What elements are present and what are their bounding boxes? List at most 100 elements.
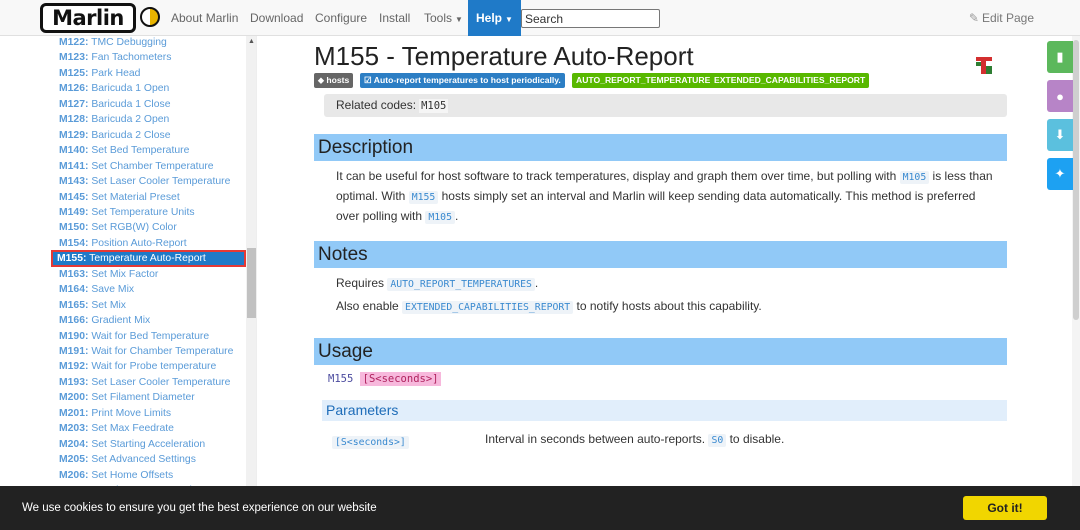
page-scroll-thumb[interactable] (1073, 40, 1079, 320)
requires-flag-badge: AUTO_REPORT_TEMPERATURES (572, 73, 721, 88)
sidebar-item-label: Set Laser Cooler Temperature (91, 176, 231, 188)
sidebar-item[interactable]: M140: Set Bed Temperature (54, 143, 244, 158)
caret-down-icon: ▼ (505, 15, 513, 24)
book-icon[interactable]: ▮ (1047, 41, 1073, 73)
nav-about-marlin[interactable]: About Marlin (171, 0, 238, 36)
sidebar-item[interactable]: M155: Temperature Auto-Report (51, 250, 246, 268)
notes-line-also-enable: Also enable EXTENDED_CAPABILITIES_REPORT… (336, 297, 996, 317)
text: . (534, 276, 539, 290)
text: to disable. (726, 432, 785, 446)
sidebar-item[interactable]: M141: Set Chamber Temperature (54, 159, 244, 174)
sidebar-item-code: M145: (59, 191, 89, 203)
twitter-icon[interactable]: ✦ (1047, 158, 1073, 190)
marlin-logo[interactable]: Marlin (40, 3, 136, 33)
sidebar-item[interactable]: M127: Baricuda 1 Close (54, 97, 244, 112)
nav-configure[interactable]: Configure (315, 0, 367, 36)
nav-help-dropdown[interactable]: Help ▼ (468, 0, 521, 36)
related-codes: Related codes: M105 (324, 94, 1007, 117)
sidebar-item-label: Wait for Bed Temperature (91, 330, 210, 342)
sidebar-item-label: Print Move Limits (91, 407, 172, 419)
sidebar-item[interactable]: M163: Set Mix Factor (54, 267, 244, 282)
nav-install[interactable]: Install (379, 0, 410, 36)
nav-download[interactable]: Download (250, 0, 303, 36)
usage-param: [S<seconds>] (359, 372, 442, 386)
related-code-link[interactable]: M105 (419, 99, 449, 113)
sidebar-item-code: M205: (59, 454, 89, 466)
sidebar-item[interactable]: M192: Wait for Probe temperature (54, 359, 244, 374)
description-paragraph: It can be useful for host software to tr… (336, 167, 996, 227)
requires-flag-badge: EXTENDED_CAPABILITIES_REPORT (710, 73, 870, 88)
sidebar-item-label: Set Home Offsets (91, 469, 174, 481)
inline-code: M105 (899, 171, 930, 184)
sidebar-item[interactable]: M164: Save Mix (54, 282, 244, 297)
sidebar-item[interactable]: M122: TMC Debugging (54, 36, 244, 50)
inline-code: S0 (708, 434, 727, 447)
sidebar-item[interactable]: M143: Set Laser Cooler Temperature (54, 174, 244, 189)
sidebar-item-code: M143: (59, 176, 89, 188)
sidebar-item[interactable]: M150: Set RGB(W) Color (54, 220, 244, 235)
sidebar-item[interactable]: M166: Gradient Mix (54, 313, 244, 328)
sidebar-item[interactable]: M200: Set Filament Diameter (54, 390, 244, 405)
sidebar-item[interactable]: M145: Set Material Preset (54, 190, 244, 205)
sidebar-item-label: Set Starting Acceleration (91, 438, 206, 450)
download-icon[interactable]: ⬇ (1047, 119, 1073, 151)
sidebar-item[interactable]: M203: Set Max Feedrate (54, 421, 244, 436)
scroll-up-arrow-icon[interactable]: ▲ (246, 37, 256, 47)
check-icon: ☑ (364, 75, 374, 85)
sidebar-item[interactable]: M204: Set Starting Acceleration (54, 437, 244, 452)
sidebar-item[interactable]: M128: Baricuda 2 Open (54, 112, 244, 127)
sidebar-item[interactable]: M205: Set Advanced Settings (54, 452, 244, 467)
cookie-banner: We use cookies to ensure you get the bes… (0, 486, 1080, 530)
sidebar-item[interactable]: M201: Print Move Limits (54, 406, 244, 421)
edit-page-link[interactable]: ✎ Edit Page (969, 0, 1034, 36)
sidebar-item[interactable]: M191: Wait for Chamber Temperature (54, 344, 244, 359)
sidebar-item-code: M150: (59, 222, 89, 234)
sidebar-item[interactable]: M193: Set Laser Cooler Temperature (54, 375, 244, 390)
sidebar-item[interactable]: M206: Set Home Offsets (54, 468, 244, 483)
search-input[interactable] (521, 9, 660, 28)
sidebar-item-code: M122: (59, 37, 89, 48)
summary-badge: ☑ Auto-report temperatures to host perio… (360, 73, 565, 88)
usage-code: M155 [S<seconds>] (328, 372, 442, 386)
group-icon[interactable]: ● (1047, 80, 1073, 112)
sidebar-item-code: M204: (59, 438, 89, 450)
sidebar-scroll-thumb[interactable] (247, 248, 256, 318)
tag-hosts-label: hosts (326, 75, 350, 85)
sidebar-item[interactable]: M125: Park Head (54, 66, 244, 81)
sidebar-item-label: Set Max Feedrate (91, 423, 174, 435)
text: Requires (336, 276, 388, 290)
related-label: Related codes: (336, 98, 417, 112)
sidebar-item-label: Wait for Probe temperature (91, 361, 217, 373)
section-heading-usage: Usage (314, 338, 1007, 365)
gcode-logo-icon (974, 55, 994, 75)
sidebar-item-label: Set Laser Cooler Temperature (91, 376, 231, 388)
sidebar-item-label: Park Head (91, 67, 141, 79)
sidebar-item-code: M155: (57, 253, 87, 265)
sidebar-item-code: M154: (59, 237, 89, 249)
sidebar-item-code: M141: (59, 160, 89, 172)
edit-icon: ✎ (968, 11, 979, 25)
section-heading-notes: Notes (314, 241, 1007, 268)
sidebar-item[interactable]: M126: Baricuda 1 Open (54, 81, 244, 96)
text: to notify hosts about this capability. (573, 299, 762, 313)
sidebar-item[interactable]: M149: Set Temperature Units (54, 205, 244, 220)
sidebar-item-code: M127: (59, 98, 89, 110)
sidebar-item[interactable]: M129: Baricuda 2 Close (54, 128, 244, 143)
nav-tools-label: Tools (424, 11, 453, 25)
sidebar-item[interactable]: M190: Wait for Bed Temperature (54, 329, 244, 344)
sidebar-item-code: M163: (59, 268, 89, 280)
cookie-accept-button[interactable]: Got it! (963, 496, 1047, 520)
usage-command: M155 (328, 373, 354, 385)
tag-hosts[interactable]: ⬥ hosts (314, 73, 354, 88)
sidebar-item-label: Save Mix (91, 284, 135, 296)
sidebar-item-label: Set Advanced Settings (91, 454, 196, 466)
text: Interval in seconds between auto-reports… (485, 432, 709, 446)
sidebar-item[interactable]: M123: Fan Tachometers (54, 50, 244, 65)
gcode-sidebar: M122: TMC Debugging M123: Fan Tachometers… (0, 36, 257, 530)
sidebar-item[interactable]: M154: Position Auto-Report (54, 236, 244, 251)
sidebar-item[interactable]: M165: Set Mix (54, 298, 244, 313)
sidebar-item-code: M126: (59, 83, 89, 95)
sidebar-item-code: M191: (59, 346, 89, 357)
nav-tools-dropdown[interactable]: Tools ▼ (424, 0, 463, 36)
nav-help-label: Help (476, 11, 503, 25)
